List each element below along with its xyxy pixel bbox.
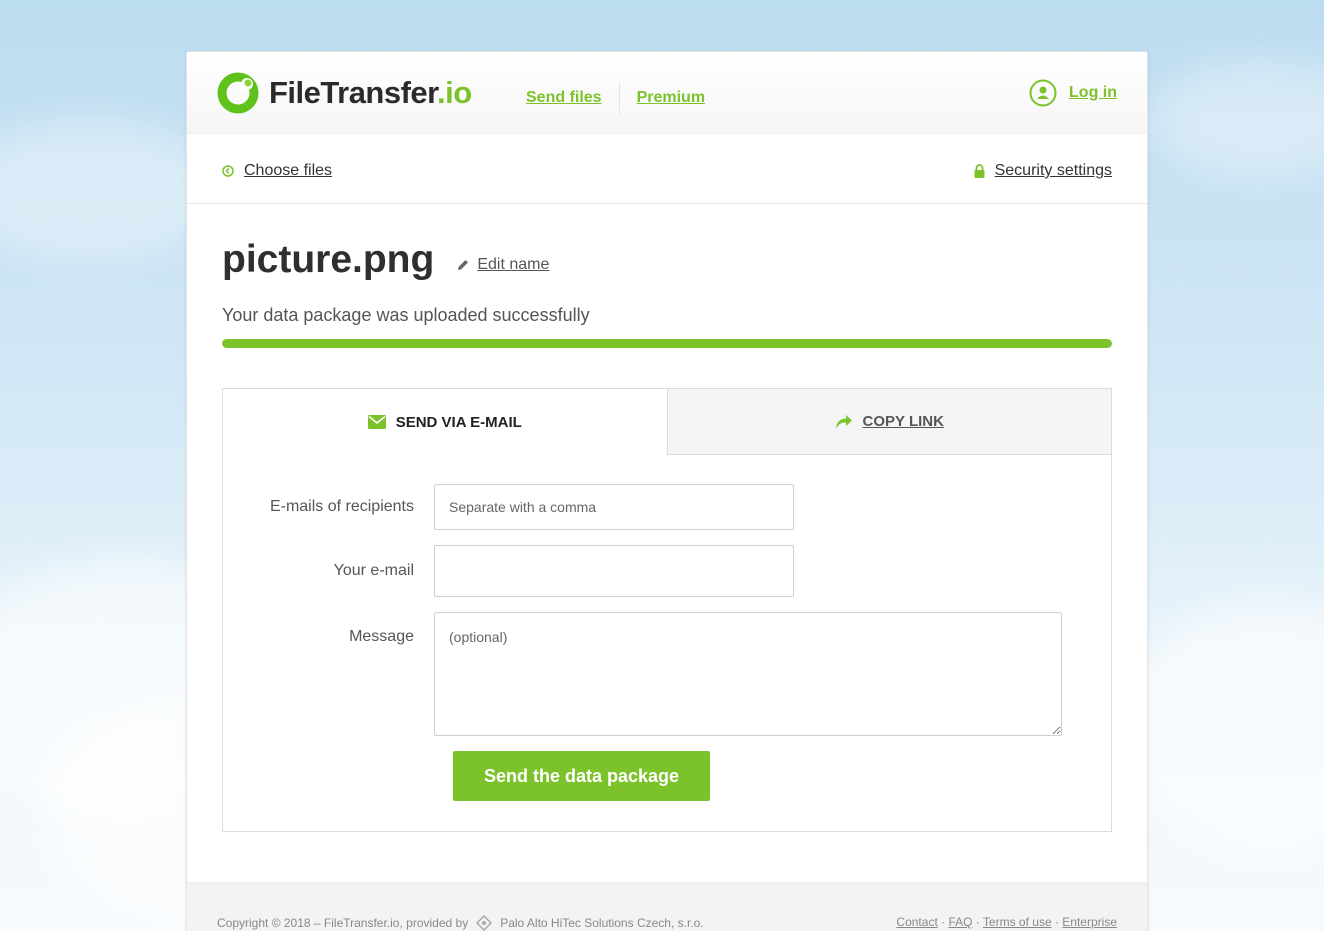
upload-status-text: Your data package was uploaded successfu… (222, 305, 590, 325)
edit-name-label[interactable]: Edit name (477, 256, 549, 274)
footer-sep: · (937, 915, 949, 929)
top-navbar: FileTransfer.io Send files Premium Log i… (187, 52, 1147, 134)
top-nav: Send files Premium (526, 82, 705, 114)
provider-text[interactable]: Palo Alto HiTec Solutions Czech, s.r.o. (500, 916, 703, 930)
security-settings-link[interactable]: Security settings (974, 162, 1112, 180)
upload-progress-fill (222, 339, 1112, 348)
footer-links: Contact · FAQ · Terms of use · Enterpris… (896, 915, 1117, 929)
user-circle-icon (1029, 79, 1057, 107)
footer-link-enterprise[interactable]: Enterprise (1062, 915, 1117, 929)
footer-link-contact[interactable]: Contact (896, 915, 937, 929)
choose-files-link[interactable]: Choose files (222, 162, 332, 180)
your-email-input[interactable] (434, 545, 794, 597)
login-label[interactable]: Log in (1069, 84, 1117, 102)
footer-sep: · (972, 915, 983, 929)
security-settings-label[interactable]: Security settings (995, 162, 1112, 180)
share-panel: SEND VIA E-MAIL COPY LINK E-mails of rec… (222, 388, 1112, 832)
share-tabs: SEND VIA E-MAIL COPY LINK (223, 389, 1111, 455)
recipients-row: E-mails of recipients (223, 484, 794, 530)
tab-send-via-email[interactable]: SEND VIA E-MAIL (223, 389, 667, 455)
back-arrow-circle-icon (222, 165, 234, 177)
tab-copy-link-label: COPY LINK (862, 413, 944, 430)
lock-icon (974, 164, 985, 178)
provider-logo-icon (476, 915, 493, 931)
tab-copy-link[interactable]: COPY LINK (666, 389, 1111, 455)
logo-text: FileTransfer.io (269, 75, 472, 110)
pencil-icon (458, 260, 469, 270)
sub-toolbar: Choose files Security settings (187, 134, 1147, 204)
nav-premium[interactable]: Premium (637, 89, 705, 107)
nav-send-files[interactable]: Send files (526, 89, 602, 107)
nav-divider (618, 82, 620, 114)
footer-link-terms[interactable]: Terms of use (983, 915, 1052, 929)
your-email-label: Your e-mail (333, 562, 414, 579)
send-data-package-button[interactable]: Send the data package (453, 751, 710, 801)
edit-name-link[interactable]: Edit name (456, 256, 549, 274)
message-row: Message (223, 612, 1062, 736)
your-email-row: Your e-mail (223, 545, 794, 597)
file-name-title: picture.png (222, 238, 435, 281)
message-label: Message (349, 628, 414, 645)
logo-mark-icon (217, 72, 259, 114)
logo[interactable]: FileTransfer.io (217, 72, 472, 114)
footer-link-faq[interactable]: FAQ (948, 915, 972, 929)
footer: Copyright © 2018 – FileTransfer.io, prov… (187, 882, 1147, 931)
message-textarea[interactable] (434, 612, 1062, 736)
copyright-text: Copyright © 2018 – FileTransfer.io, prov… (217, 916, 469, 930)
main-card: FileTransfer.io Send files Premium Log i… (186, 51, 1148, 931)
upload-progress-bar (222, 339, 1112, 348)
share-arrow-icon (835, 414, 852, 429)
file-title-row: picture.png Edit name (222, 238, 549, 282)
tab-send-via-email-label: SEND VIA E-MAIL (395, 413, 522, 431)
choose-files-label[interactable]: Choose files (244, 162, 332, 180)
recipients-label: E-mails of recipients (269, 498, 414, 515)
recipients-input[interactable] (434, 484, 794, 530)
footer-sep: · (1051, 915, 1063, 929)
login-link[interactable]: Log in (1029, 79, 1117, 107)
footer-copyright: Copyright © 2018 – FileTransfer.io, prov… (217, 915, 704, 931)
envelope-icon (367, 415, 386, 429)
